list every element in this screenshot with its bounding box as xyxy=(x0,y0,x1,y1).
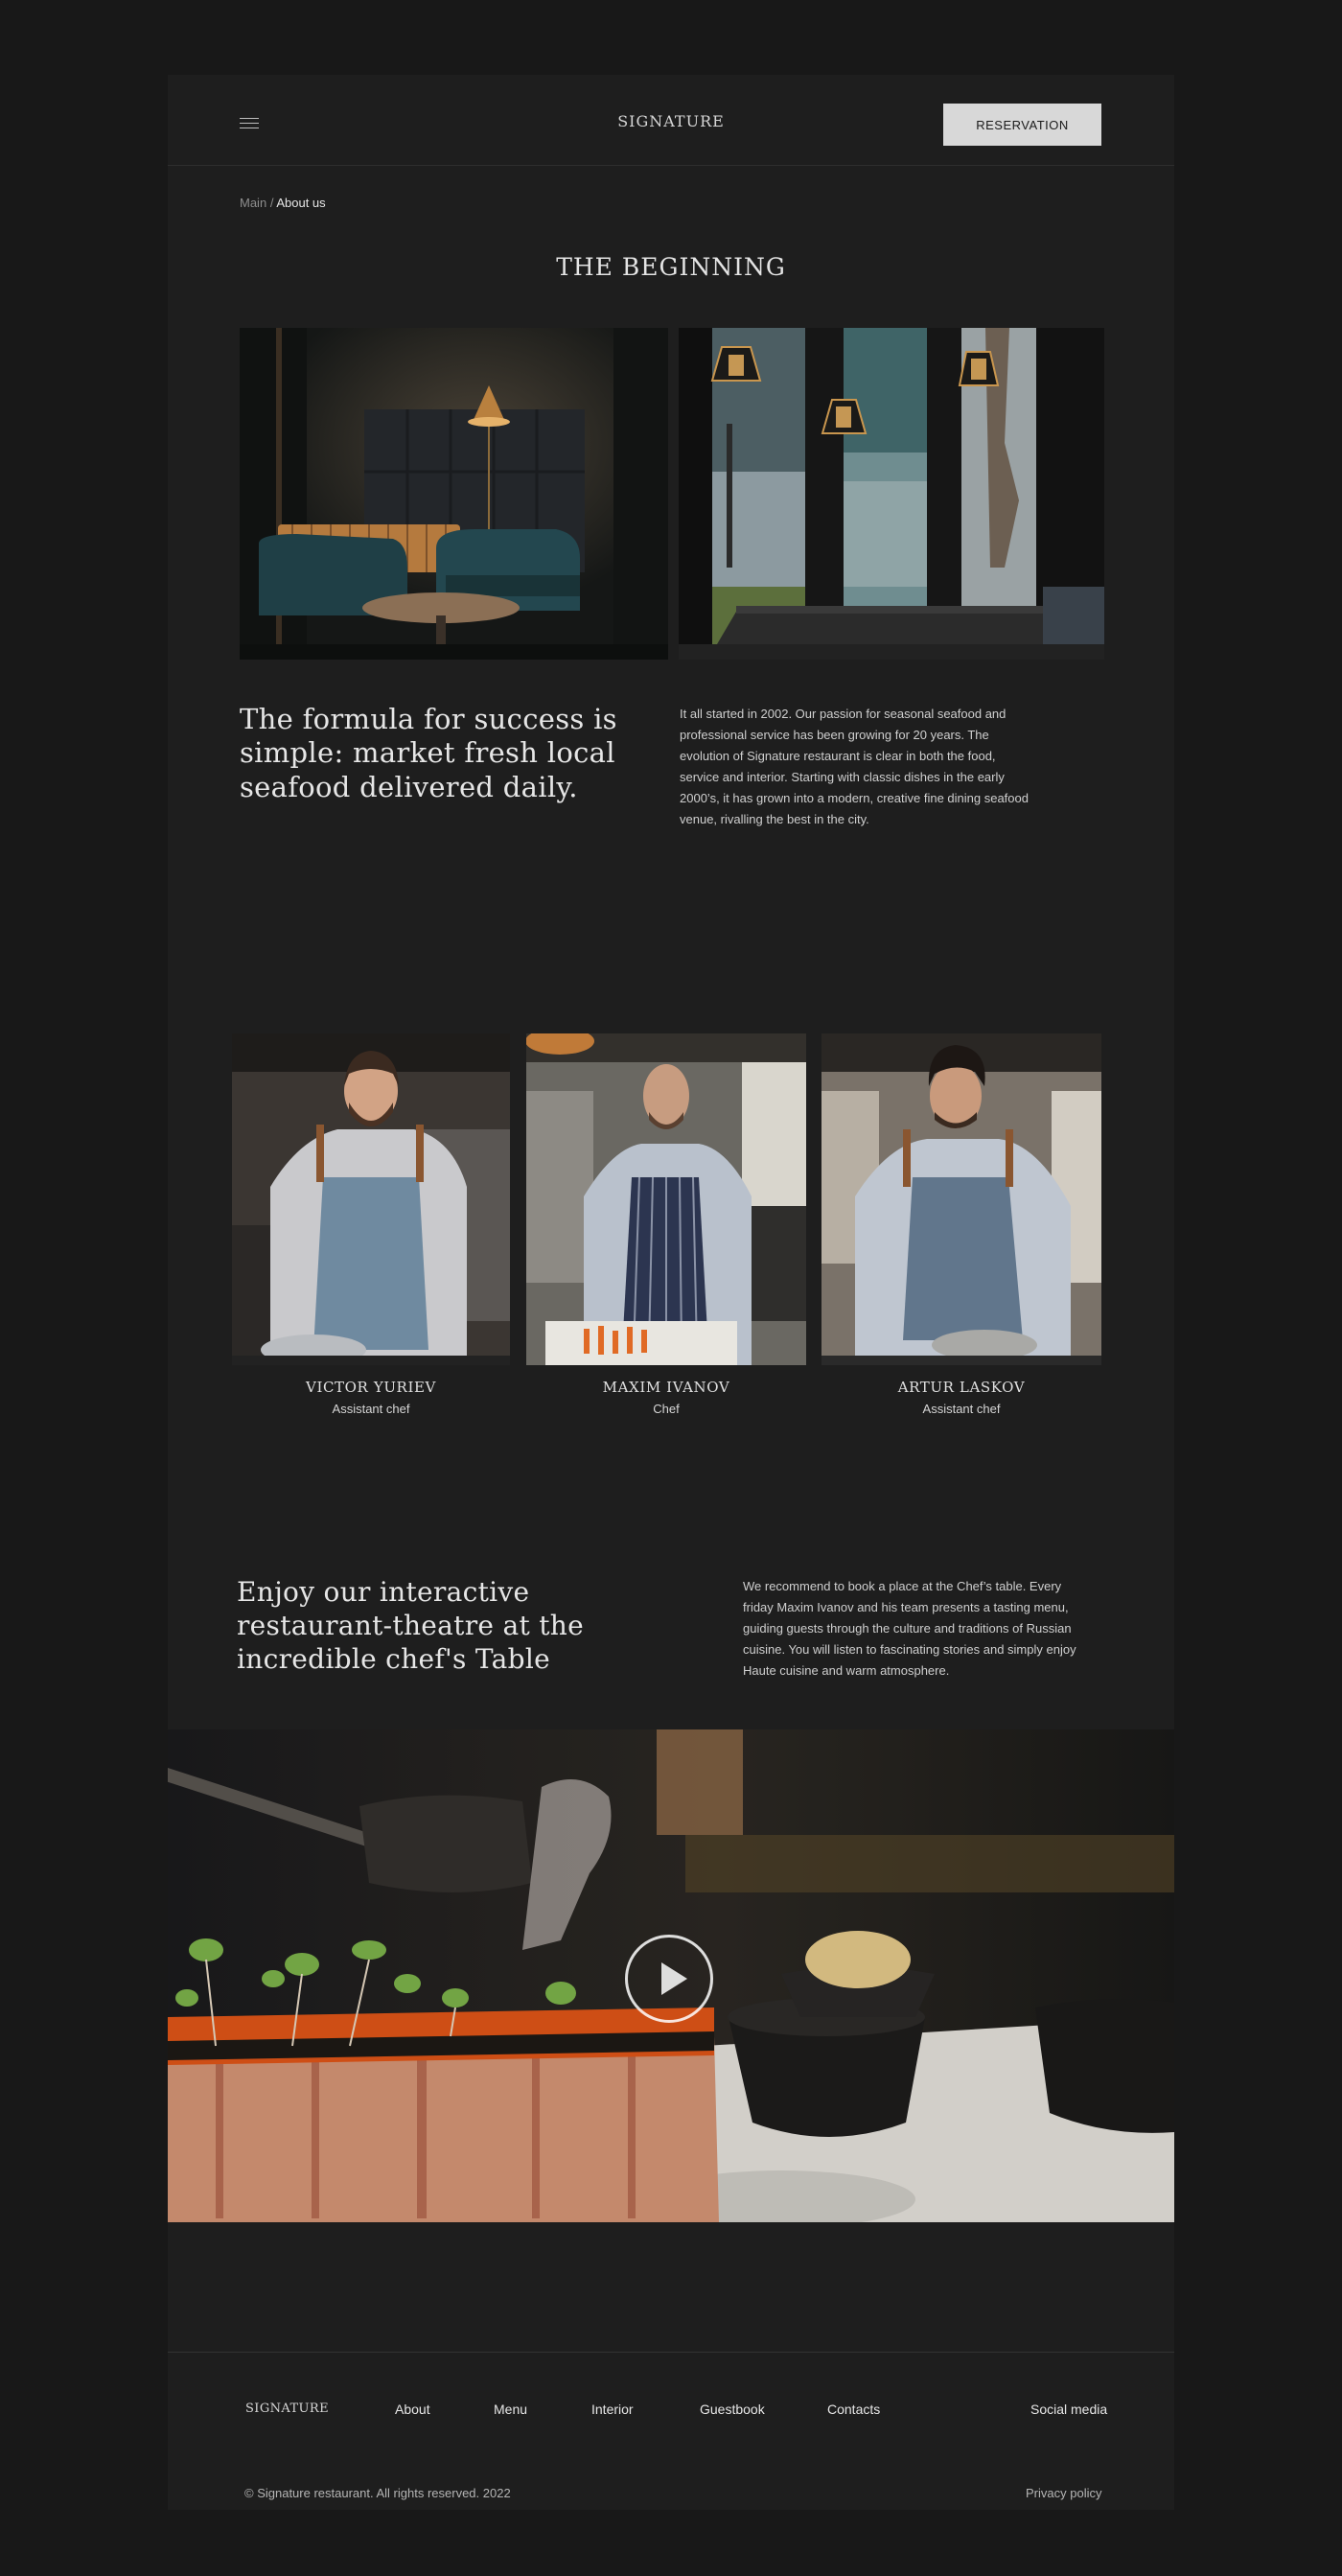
breadcrumb-main[interactable]: Main xyxy=(240,196,266,210)
footer-social-media[interactable]: Social media xyxy=(1030,2402,1107,2417)
chef-role: Assistant chef xyxy=(332,1402,410,1416)
intro-quote-line: seafood delivered daily. xyxy=(240,770,578,803)
intro-text-line: service and interior. Starting with clas… xyxy=(680,770,1005,784)
chef-name: MAXIM IVANOV xyxy=(602,1379,730,1396)
breadcrumb: Main / About us xyxy=(240,196,326,210)
intro-text-line: professional service has been growing fo… xyxy=(680,728,989,742)
chefs-table-video[interactable] xyxy=(168,1729,1174,2222)
reservation-button[interactable]: RESERVATION xyxy=(943,104,1101,146)
site-header: SIGNATURE RESERVATION xyxy=(168,75,1174,166)
intro-text-line: It all started in 2002. Our passion for … xyxy=(680,707,1006,721)
footer-link-guestbook[interactable]: Guestbook xyxy=(700,2402,765,2417)
intro-quote-line: The formula for success is xyxy=(240,703,617,735)
chefs-table-text-line: friday Maxim Ivanov and his team present… xyxy=(743,1600,1069,1614)
chefs-table-heading-line: restaurant-theatre at the xyxy=(237,1610,584,1641)
intro-text: It all started in 2002. Our passion for … xyxy=(680,704,1082,830)
footer-link-about[interactable]: About xyxy=(395,2402,430,2417)
breadcrumb-current: About us xyxy=(276,196,326,210)
privacy-policy-link[interactable]: Privacy policy xyxy=(1026,2486,1101,2500)
chefs-table-text-line: We recommend to book a place at the Chef… xyxy=(743,1579,1062,1593)
intro-text-line: venue, rivalling the best in the city. xyxy=(680,812,869,826)
footer-link-contacts[interactable]: Contacts xyxy=(827,2402,880,2417)
page-title: THE BEGINNING xyxy=(556,253,786,281)
chef-role: Assistant chef xyxy=(922,1402,1001,1416)
chef-photo-artur xyxy=(821,1033,1101,1365)
chefs-table-heading-line: Enjoy our interactive xyxy=(237,1576,530,1608)
chefs-table-heading: Enjoy our interactive restaurant-theatre… xyxy=(237,1575,584,1676)
footer-link-menu[interactable]: Menu xyxy=(494,2402,527,2417)
site-footer: SIGNATURE About Menu Interior Guestbook … xyxy=(168,2352,1174,2511)
chef-photo-maxim xyxy=(526,1033,806,1365)
chefs-table-text: We recommend to book a place at the Chef… xyxy=(743,1576,1145,1682)
intro-quote: The formula for success is simple: marke… xyxy=(240,703,617,804)
chef-name: ARTUR LASKOV xyxy=(897,1379,1026,1396)
chef-name: VICTOR YURIEV xyxy=(306,1379,436,1396)
intro-text-line: 2000’s, it has grown into a modern, crea… xyxy=(680,791,1029,805)
page-container: SIGNATURE RESERVATION Main / About us TH… xyxy=(168,75,1174,2510)
window-photo xyxy=(679,328,1104,660)
chefs-table-heading-line: incredible chef's Table xyxy=(237,1643,551,1675)
chefs-table-text-line: guiding guests through the culture and t… xyxy=(743,1621,1072,1636)
footer-logo[interactable]: SIGNATURE xyxy=(245,2402,329,2416)
chefs-table-text-line: cuisine. You will listen to fascinating … xyxy=(743,1642,1076,1657)
chefs-table-text-line: Haute cuisine and warm atmosphere. xyxy=(743,1663,950,1678)
copyright: © Signature restaurant. All rights reser… xyxy=(244,2486,511,2500)
intro-quote-line: simple: market fresh local xyxy=(240,736,615,770)
intro-text-line: evolution of Signature restaurant is cle… xyxy=(680,749,996,763)
chef-role: Chef xyxy=(653,1402,680,1416)
play-icon[interactable] xyxy=(625,1935,713,2023)
breadcrumb-separator: / xyxy=(269,196,274,210)
chef-photo-victor xyxy=(232,1033,510,1365)
footer-link-interior[interactable]: Interior xyxy=(591,2402,634,2417)
lounge-photo xyxy=(240,328,668,660)
